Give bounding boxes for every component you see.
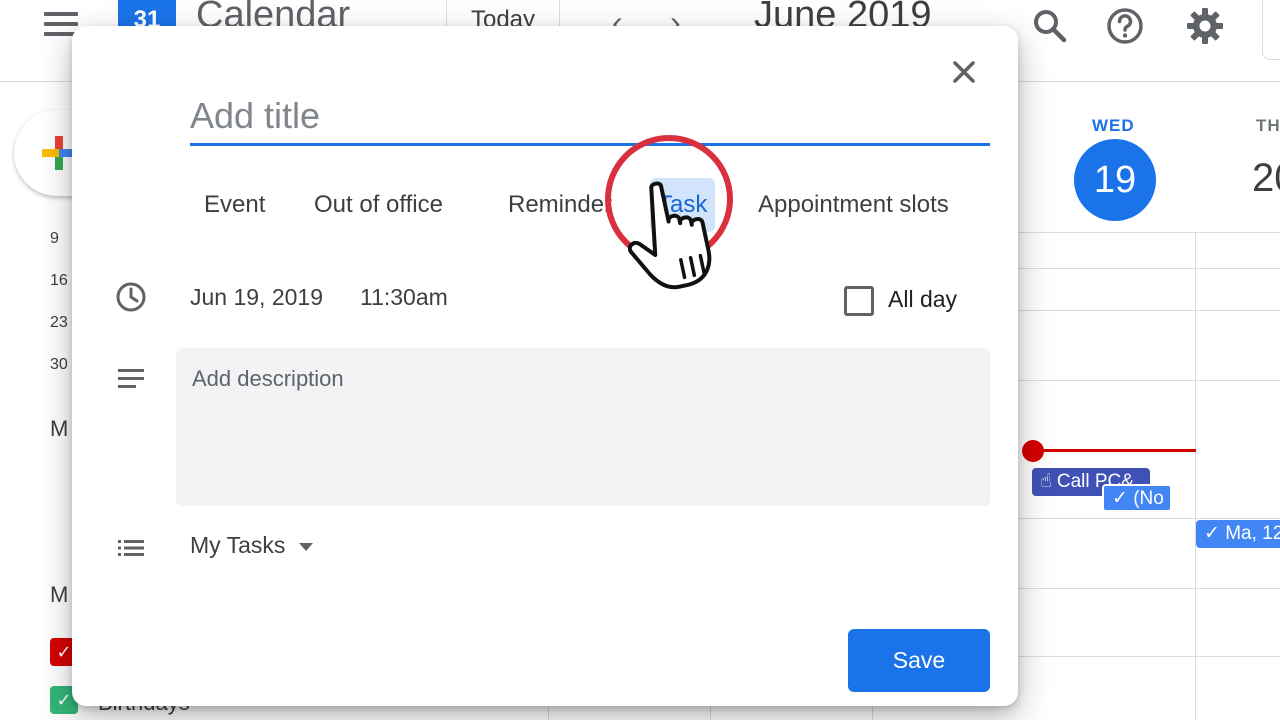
sidebar-section-heading: M [50,582,69,607]
mini-calendar-day[interactable]: 9 [50,230,59,248]
search-icon[interactable] [1030,6,1070,46]
touch-icon: ☝ [1040,471,1052,492]
chevron-down-icon [299,542,314,551]
time-selector[interactable]: 11:30am [360,284,448,311]
mini-calendar-day[interactable]: 30 [50,356,68,374]
help-icon[interactable] [1105,6,1145,46]
task-list-value: My Tasks [190,532,286,558]
day-header-name: WED [1092,116,1135,135]
settings-icon[interactable] [1185,6,1225,46]
grid-line [1018,310,1280,311]
task-list-dropdown[interactable]: My Tasks [190,532,314,564]
save-button[interactable]: Save [848,629,990,692]
all-day-checkbox[interactable] [844,286,874,316]
view-switcher-button[interactable] [1262,0,1280,60]
plus-icon [42,136,76,170]
day-header-number[interactable]: 20 [1252,156,1280,201]
grid-line [1018,588,1280,589]
close-icon[interactable] [944,52,984,92]
hand-pointer-cursor-icon [628,181,712,290]
task-chip-label: (No [1133,488,1164,509]
quick-create-dialog: Event Out of office Reminder Task Appoin… [72,26,1018,706]
all-day-label[interactable]: All day [888,286,957,313]
task-list-icon [118,540,144,556]
task-chip[interactable]: ✓ (No [1102,484,1172,512]
description-placeholder: Add description [192,366,344,391]
mini-calendar-day[interactable]: 23 [50,314,68,332]
mini-calendar-day[interactable]: 16 [50,272,68,290]
grid-line [1018,518,1280,519]
grid-line [1018,380,1280,381]
date-selector[interactable]: Jun 19, 2019 [190,284,323,311]
tab-appointment-slots[interactable]: Appointment slots [750,178,957,232]
tab-out-of-office[interactable]: Out of office [306,178,451,232]
grid-line [1018,268,1280,269]
clock-icon [116,282,146,312]
check-icon: ✓ [1112,488,1128,509]
day-header-name: THU [1256,116,1280,135]
title-input[interactable] [190,88,990,146]
check-icon: ✓ [1204,523,1220,544]
description-textarea[interactable]: Add description [176,348,990,506]
grid-line [1018,656,1280,657]
task-chip-label: Ma, 12 [1225,523,1280,544]
current-time-line [1033,449,1196,452]
grid-line [1195,232,1196,720]
task-chip[interactable]: ✓ Ma, 12 [1196,520,1280,548]
tab-reminder[interactable]: Reminder [500,178,620,232]
tab-event[interactable]: Event [196,178,273,232]
sidebar-section-heading: M [50,416,69,441]
day-header-number-today[interactable]: 19 [1074,139,1156,221]
grid-line [1018,232,1280,233]
description-icon [118,369,144,388]
